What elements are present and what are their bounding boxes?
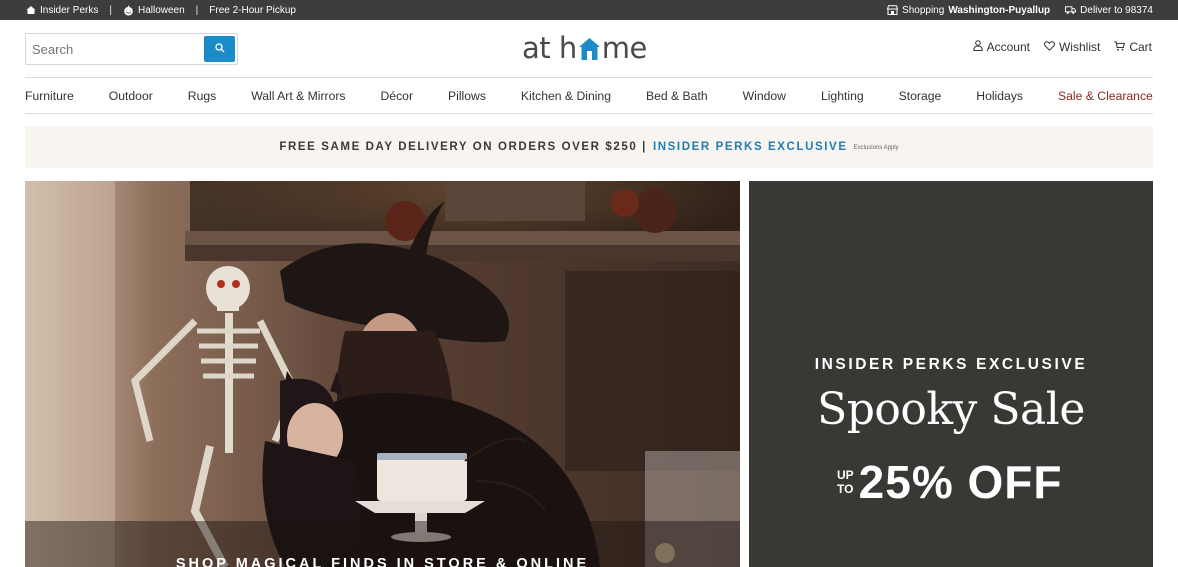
- hero-image[interactable]: SHOP MAGICAL FINDS IN STORE & ONLINE: [25, 181, 740, 567]
- utility-bar-left: Insider Perks | Halloween | Free 2-Hour …: [25, 0, 296, 20]
- promo-banner: FREE SAME DAY DELIVERY ON ORDERS OVER $2…: [25, 126, 1153, 168]
- store-icon: [887, 5, 899, 16]
- account-label: Account: [986, 40, 1030, 54]
- deliver-label: Deliver to 98374: [1080, 4, 1153, 16]
- free-pickup-label: Free 2-Hour Pickup: [209, 4, 296, 16]
- header-actions: Account Wishlist Cart: [959, 40, 1152, 54]
- at-home-logo[interactable]: at h me: [522, 30, 647, 66]
- panel-title: Spooky Sale: [817, 384, 1085, 435]
- nav-item-sale-clearance[interactable]: Sale & Clearance: [1058, 89, 1153, 103]
- delivery-zip-selector[interactable]: Deliver to 98374: [1065, 5, 1153, 16]
- home-icon: [25, 5, 36, 16]
- nav-item-holidays[interactable]: Holidays: [976, 89, 1023, 103]
- discount-amount: 25% OFF: [858, 456, 1063, 508]
- up-to-label: UP TO: [837, 468, 854, 496]
- hero-caption: SHOP MAGICAL FINDS IN STORE & ONLINE: [175, 556, 590, 567]
- nav-item-window[interactable]: Window: [743, 89, 786, 103]
- search-icon: [214, 40, 225, 58]
- insider-perks-exclusive-link[interactable]: INSIDER PERKS EXCLUSIVE: [653, 141, 848, 153]
- heart-icon: [1043, 40, 1056, 54]
- nav-item-lighting[interactable]: Lighting: [821, 89, 864, 103]
- main-nav: Furniture Outdoor Rugs Wall Art & Mirror…: [25, 78, 1153, 113]
- logo-text-right: me: [601, 31, 648, 65]
- promo-main-text: FREE SAME DAY DELIVERY ON ORDERS OVER $2…: [279, 141, 647, 153]
- insider-perks-link[interactable]: Insider Perks: [25, 5, 98, 16]
- truck-icon: [1065, 5, 1077, 16]
- nav-item-decor[interactable]: Décor: [381, 89, 414, 103]
- free-pickup-link[interactable]: Free 2-Hour Pickup: [209, 5, 296, 16]
- nav-item-storage[interactable]: Storage: [899, 89, 942, 103]
- spooky-sale-panel[interactable]: INSIDER PERKS EXCLUSIVE Spooky Sale UP T…: [749, 181, 1153, 567]
- exclusions-apply-text: Exclusions Apply: [853, 145, 899, 151]
- search-button[interactable]: [204, 36, 235, 62]
- nav-item-furniture[interactable]: Furniture: [25, 89, 74, 103]
- nav-divider: [25, 113, 1153, 114]
- account-link[interactable]: Account: [972, 40, 1030, 54]
- house-logo-icon: [578, 35, 601, 61]
- panel-eyebrow: INSIDER PERKS EXCLUSIVE: [814, 356, 1088, 373]
- halloween-link[interactable]: Halloween: [123, 5, 185, 16]
- halloween-scene-image: [25, 181, 740, 567]
- wishlist-link[interactable]: Wishlist: [1043, 40, 1101, 54]
- cart-link[interactable]: Cart: [1114, 40, 1152, 54]
- to-label: TO: [837, 482, 854, 496]
- nav-item-kitchen-dining[interactable]: Kitchen & Dining: [521, 89, 611, 103]
- halloween-label: Halloween: [137, 4, 185, 16]
- logo-text-left: at h: [522, 31, 577, 65]
- user-icon: [972, 40, 983, 54]
- separator: |: [109, 4, 112, 16]
- nav-item-wall-art-mirrors[interactable]: Wall Art & Mirrors: [251, 89, 345, 103]
- shopping-prefix: Shopping: [902, 4, 945, 16]
- search-input[interactable]: [26, 34, 204, 64]
- cart-label: Cart: [1129, 40, 1152, 54]
- utility-bar: Insider Perks | Halloween | Free 2-Hour …: [0, 0, 1178, 20]
- cart-icon: [1114, 40, 1126, 54]
- store-selector[interactable]: Shopping Washington-Puyallup: [887, 5, 1050, 16]
- nav-item-bed-bath[interactable]: Bed & Bath: [646, 89, 708, 103]
- wishlist-label: Wishlist: [1058, 40, 1101, 54]
- store-name: Washington-Puyallup: [948, 4, 1051, 16]
- nav-item-outdoor[interactable]: Outdoor: [109, 89, 153, 103]
- search-bar: [25, 33, 238, 65]
- up-label: UP: [837, 468, 854, 482]
- panel-offer: UP TO 25% OFF: [837, 459, 1063, 505]
- pumpkin-icon: [123, 5, 134, 16]
- separator: |: [195, 4, 199, 16]
- insider-perks-label: Insider Perks: [40, 4, 99, 16]
- utility-bar-right: Shopping Washington-Puyallup Deliver to …: [872, 0, 1153, 20]
- nav-item-rugs[interactable]: Rugs: [188, 89, 216, 103]
- nav-item-pillows[interactable]: Pillows: [448, 89, 486, 103]
